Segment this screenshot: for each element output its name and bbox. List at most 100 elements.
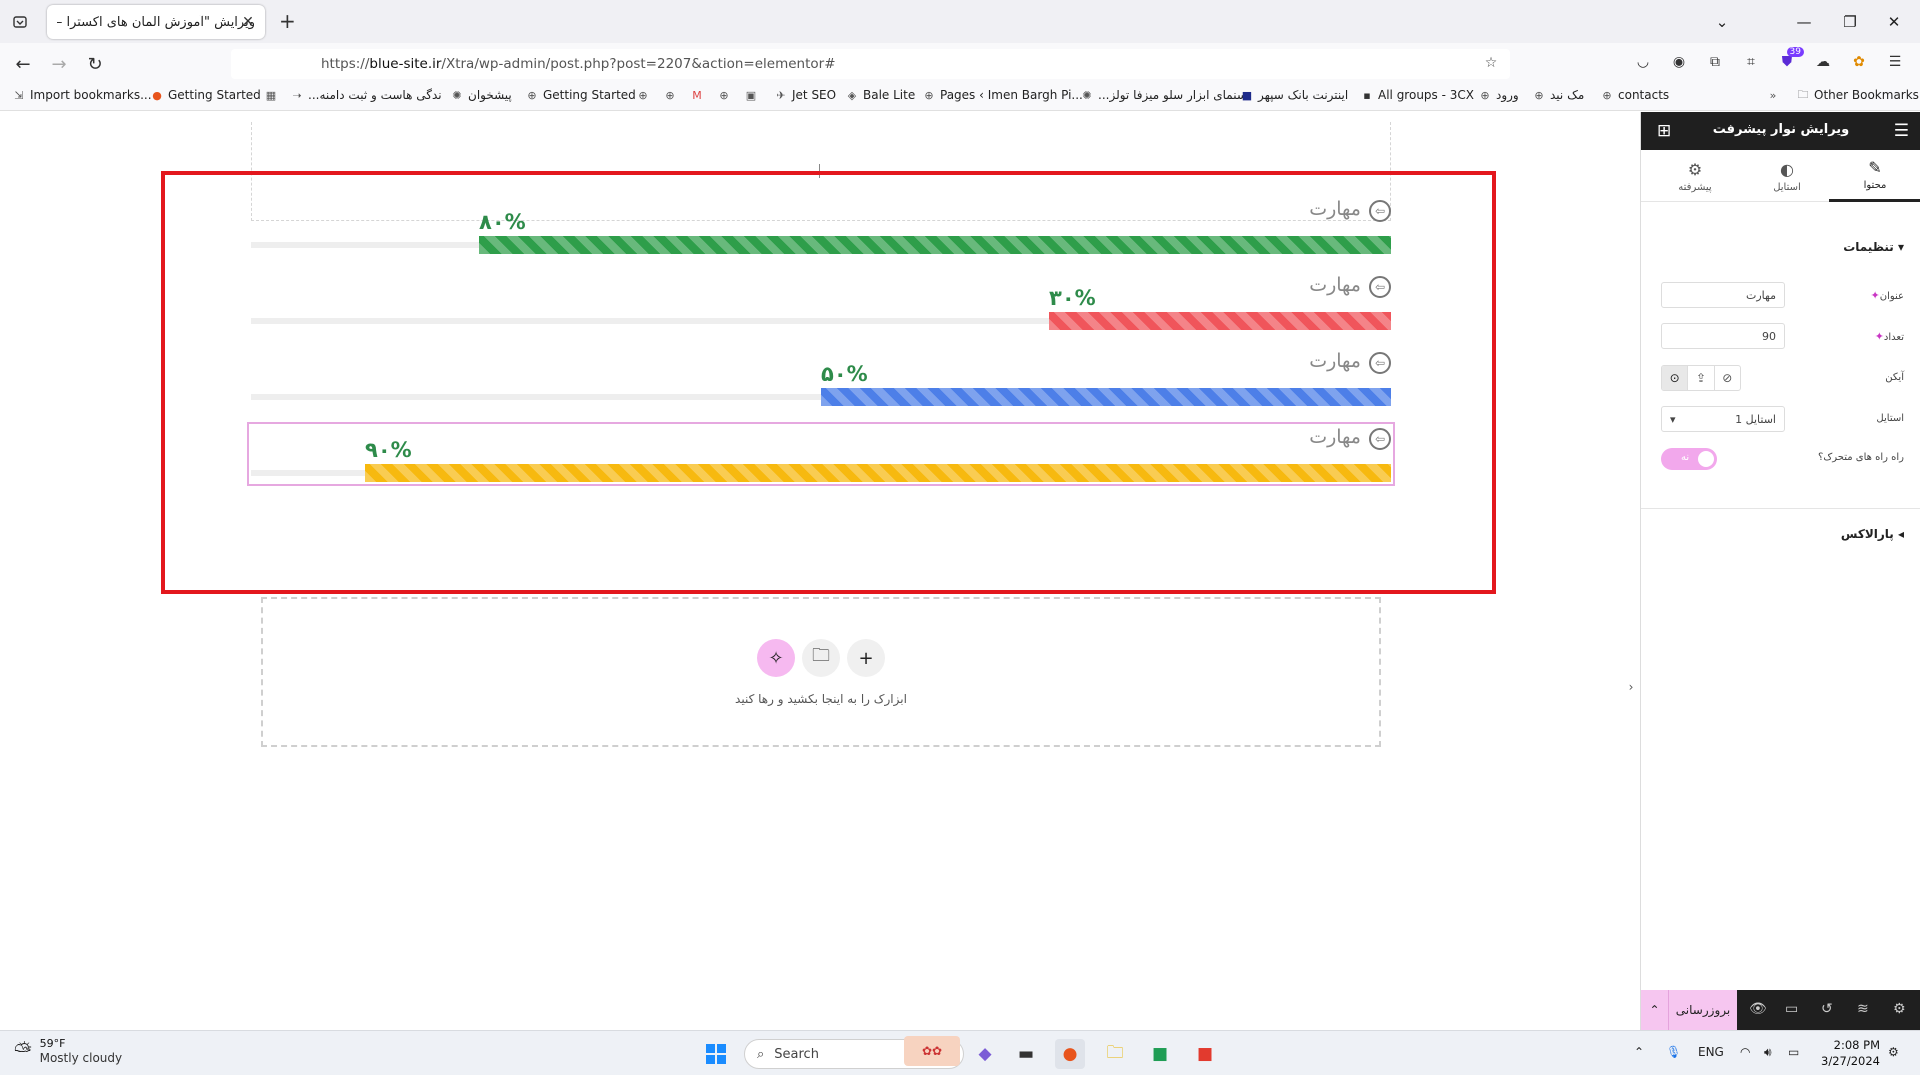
back-icon[interactable]: ← [10, 51, 36, 77]
toggle-label: نه [1681, 452, 1690, 463]
chevron-up-icon[interactable]: ⌃ [1641, 990, 1669, 1030]
ai-sparkle-button[interactable]: ✧ [757, 639, 795, 677]
progress-bar-widget[interactable]: ۵۰% مهارت ⇦ [251, 350, 1391, 406]
ai-sparkle-icon[interactable]: ✦ [1875, 330, 1884, 343]
notification-icon[interactable]: ⚙ [1888, 1045, 1899, 1059]
close-tab-icon[interactable]: ✕ [239, 13, 257, 31]
section-parallax[interactable]: ◂ پارالاکس [1841, 527, 1904, 541]
bookmark-item[interactable]: ➝ ...ندگی هاست و ثبت دامنه [290, 88, 441, 102]
style-select[interactable]: استایل 1 ▾ [1661, 406, 1785, 432]
search-highlight-icon[interactable]: ✿✿ [904, 1036, 960, 1066]
settings-gear-icon[interactable]: ⚙ [1893, 1001, 1906, 1017]
extension-shield-icon[interactable]: ⛊ 39 [1776, 47, 1804, 73]
striped-toggle[interactable]: نه [1661, 448, 1717, 470]
tab-content[interactable]: ✎ محتوا [1829, 150, 1920, 202]
progress-bar-widget[interactable]: ۸۰% مهارت ⇦ [251, 198, 1391, 254]
url-bar[interactable]: https://blue-site.ir/Xtra/wp-admin/post.… [231, 49, 1510, 79]
volume-icon[interactable]: 🔊︎ [1764, 1045, 1772, 1060]
count-input[interactable]: 90 [1661, 323, 1785, 349]
bookmark-item[interactable]: ◈ Bale Lite [845, 88, 915, 102]
menu-icon[interactable]: ☰ [1884, 51, 1906, 73]
microphone-icon[interactable]: 🎙︎ [1666, 1045, 1681, 1059]
add-section-button[interactable]: + [847, 639, 885, 677]
restore-icon[interactable]: ❐ [1836, 8, 1864, 36]
browser-tab[interactable]: ویرایش "آموزش المان های اکسترا – ... ✕ [47, 5, 265, 39]
vpn-icon[interactable]: ☁ [1812, 51, 1834, 73]
progress-bar-widget[interactable]: ۳۰% مهارت ⇦ [251, 274, 1391, 330]
globe-icon: ⊕ [1480, 88, 1490, 102]
bookmark-item[interactable]: ● Getting Started [150, 88, 261, 102]
history-icon[interactable]: ↺ [1821, 1001, 1833, 1017]
firefox-taskbar-icon[interactable]: ● [1055, 1039, 1085, 1069]
publish-button[interactable]: ⌃ بروزرسانی [1641, 990, 1737, 1030]
icon-option-selected-icon[interactable]: ⊙ [1662, 366, 1688, 390]
template-folder-button[interactable]: 🗀 [802, 639, 840, 677]
bookmark-label: ورود [1496, 88, 1519, 102]
title-input[interactable]: مهارت [1661, 282, 1785, 308]
bookmark-item[interactable]: ✈ Jet SEO [774, 88, 836, 102]
minimize-icon[interactable]: — [1790, 8, 1818, 36]
copilot-icon[interactable]: ◆ [970, 1039, 1000, 1069]
icon-option-upload-icon[interactable]: ⇪ [1687, 366, 1713, 390]
preview-eye-icon[interactable]: 👁︎ [1749, 1001, 1767, 1017]
bookmarks-overflow-icon[interactable]: » [1766, 88, 1780, 102]
tab-bar: ویرایش "آموزش المان های اکسترا – ... ✕ +… [0, 0, 1920, 43]
bookmark-item[interactable]: ⊕ contacts [1600, 88, 1669, 102]
windows-start-icon[interactable] [701, 1039, 731, 1069]
clock[interactable]: 2:08 PM 3/27/2024 [1820, 1037, 1880, 1069]
new-tab-icon[interactable]: + [279, 9, 296, 33]
forward-icon[interactable]: → [46, 51, 72, 77]
editor-canvas: ۸۰% مهارت ⇦ ۳۰% مهارت ⇦ ۵۰% مهارت ⇦ ۹۰% مهارت ⇦ ✧ 🗀… [0, 112, 1796, 1030]
camtasia-icon[interactable]: ■ [1145, 1039, 1175, 1069]
recorder-icon[interactable]: ■ [1190, 1039, 1220, 1069]
bookmark-item[interactable]: ⊕ Getting Started [525, 88, 635, 102]
pocket-icon[interactable]: ◡ [1632, 51, 1654, 73]
bookmark-item[interactable]: ✺ پیشخوان [450, 88, 511, 102]
tab-advanced[interactable]: ⚙ پیشرفته [1649, 150, 1741, 202]
bookmark-item[interactable]: M [690, 88, 704, 102]
bookmark-item[interactable]: ⇲ Import bookmarks... [12, 88, 151, 102]
bookmark-item[interactable]: ⊕ [663, 88, 677, 102]
addon-icon[interactable]: ✿ [1848, 51, 1870, 73]
url-host: blue-site.ir [369, 56, 442, 72]
progress-bar-widget[interactable]: ۹۰% مهارت ⇦ [247, 422, 1395, 486]
panel-collapse-icon[interactable]: › [1622, 672, 1640, 702]
file-explorer-icon[interactable]: 🗀 [1100, 1039, 1130, 1069]
tray-overflow-icon[interactable]: ⌃ [1634, 1045, 1644, 1059]
terminal-icon[interactable]: ▬ [1011, 1039, 1041, 1069]
bookmark-star-icon[interactable]: ☆ [1482, 54, 1500, 72]
bookmark-item[interactable]: ■ اینترنت بانک سپهر [1240, 88, 1348, 102]
section-settings[interactable]: ▾ تنظیمات [1843, 240, 1904, 254]
ai-sparkle-icon[interactable]: ✦ [1871, 289, 1880, 302]
bookmark-item[interactable]: ✺ ...سنمای ابزار سلو میزفا تولز [1080, 88, 1247, 102]
weather-temp: 59°F [39, 1037, 66, 1050]
crop-icon[interactable]: ⌗ [1740, 51, 1762, 73]
close-window-icon[interactable]: ✕ [1880, 8, 1908, 36]
tab-list-icon[interactable] [8, 10, 32, 34]
reload-icon[interactable]: ↻ [82, 51, 108, 77]
hamburger-menu-icon[interactable]: ☰ [1894, 121, 1909, 141]
pencil-icon: ✎ [1868, 158, 1882, 177]
bookmark-item[interactable]: ⊕ Pages ‹ Imen Bargh Pi... [922, 88, 1082, 102]
bookmark-item[interactable]: ⊕ ورود [1478, 88, 1519, 102]
bookmark-item[interactable]: ▦ [264, 88, 278, 102]
bookmark-item[interactable]: ⊕ مک نید [1532, 88, 1584, 102]
weather-widget[interactable]: ⛅︎ 59°F Mostly cloudy [14, 1037, 122, 1065]
other-bookmarks[interactable]: 🗀 Other Bookmarks [1796, 88, 1919, 103]
battery-icon[interactable]: ▭ [1788, 1045, 1799, 1059]
extensions-icon[interactable]: ⧉ [1704, 51, 1726, 73]
navigator-layers-icon[interactable]: ≋ [1857, 1001, 1869, 1017]
drop-zone[interactable]: ✧ 🗀 + ابزارک را به اینجا بکشید و رها کنی… [261, 597, 1381, 747]
bookmark-item[interactable]: ⊕ [636, 88, 650, 102]
progress-fill [1049, 312, 1391, 330]
bookmark-item[interactable]: ▣ [744, 88, 758, 102]
wifi-icon[interactable]: ◠ [1740, 1045, 1750, 1059]
bookmark-item[interactable]: ▪ All groups - 3CX [1360, 88, 1474, 102]
tab-overflow-icon[interactable]: ⌄ [1708, 8, 1736, 36]
bookmark-item[interactable]: ⊕ [717, 88, 731, 102]
responsive-icon[interactable]: ▭ [1785, 1001, 1798, 1017]
tab-style[interactable]: ◐ استایل [1741, 150, 1833, 202]
language-indicator[interactable]: ENG [1698, 1045, 1724, 1059]
icon-option-none-icon[interactable]: ⊘ [1713, 366, 1740, 390]
account-icon[interactable]: ◉ [1668, 51, 1690, 73]
